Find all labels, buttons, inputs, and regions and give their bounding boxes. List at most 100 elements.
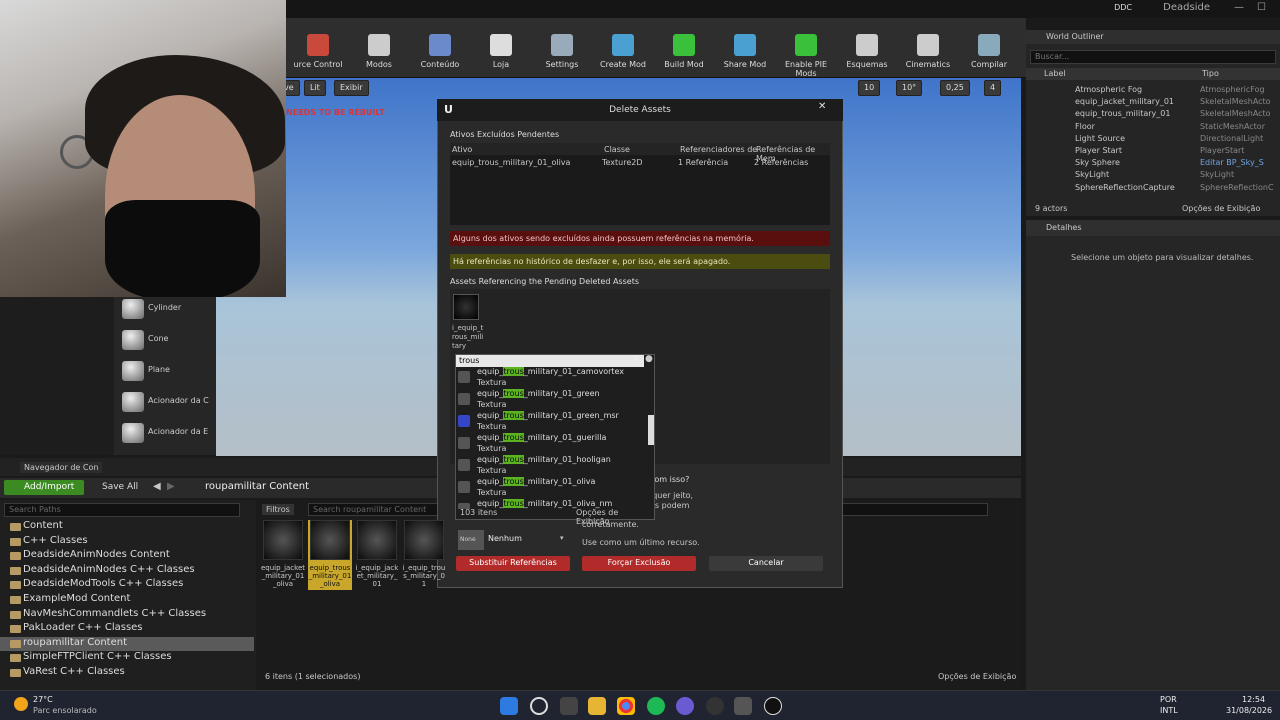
picker-item[interactable]: equip_trous_military_01_hooligan Textura — [456, 455, 646, 477]
toolbar-button-6[interactable]: Build Mod — [653, 32, 715, 78]
show-button[interactable]: Exibir — [334, 80, 369, 96]
start-icon[interactable] — [500, 697, 518, 715]
forward-icon[interactable]: ▶ — [167, 481, 175, 492]
spotify-icon[interactable] — [647, 697, 665, 715]
col-referencers[interactable]: Referenciadores de — [680, 145, 757, 154]
path-item[interactable]: Content — [0, 520, 254, 534]
path-search-input[interactable]: Search Paths — [4, 503, 240, 517]
picker-item[interactable]: equip_trous_military_01_oliva Textura — [456, 477, 646, 499]
grid-snap-value[interactable]: 10 — [858, 80, 881, 96]
picker-item[interactable]: equip_trous_military_01_green_msr Textura — [456, 411, 646, 433]
weather-icon[interactable] — [14, 697, 28, 711]
outliner-row[interactable]: equip_jacket_military_01 SkeletalMeshActo — [1026, 97, 1280, 109]
path-item[interactable]: SimpleFTPClient C++ Classes — [0, 651, 254, 665]
table-row[interactable]: equip_trous_military_01_oliva Texture2D … — [450, 156, 830, 168]
picker-item[interactable]: equip_trous_military_01_guerilla Textura — [456, 433, 646, 455]
user-icon[interactable]: ● — [645, 354, 653, 364]
path-item[interactable]: PakLoader C++ Classes — [0, 622, 254, 636]
angle-snap-value[interactable]: 10° — [896, 80, 923, 96]
toolbar-button-1[interactable]: Modos — [348, 32, 410, 78]
lit-button[interactable]: Lit — [304, 80, 326, 96]
path-item[interactable]: roupamilitar Content — [0, 636, 254, 651]
outliner-row[interactable]: equip_trous_military_01 SkeletalMeshActo — [1026, 109, 1280, 121]
camera-speed-value[interactable]: 4 — [984, 80, 1002, 96]
discord-icon[interactable] — [676, 697, 694, 715]
col-type[interactable]: Tipo — [1202, 69, 1219, 78]
back-icon[interactable]: ◀ — [153, 481, 161, 492]
content-browser-tab[interactable]: Navegador de Con — [20, 462, 103, 473]
path-item[interactable]: DeadsideAnimNodes C++ Classes — [0, 564, 254, 578]
path-item[interactable]: VaRest C++ Classes — [0, 666, 254, 680]
toolbar-button-4[interactable]: Settings — [531, 32, 593, 78]
filters-button[interactable]: Filtros — [262, 504, 294, 515]
picker-item[interactable]: equip_trous_military_01_oliva_nm — [456, 499, 646, 509]
outliner-row[interactable]: Light Source DirectionalLight — [1026, 134, 1280, 146]
asset-tile[interactable]: i_equip_jacket_military_01 — [355, 520, 399, 590]
search-icon[interactable] — [530, 697, 548, 715]
picker-item[interactable]: equip_trous_military_01_green Textura — [456, 389, 646, 411]
terminal-icon[interactable] — [734, 697, 752, 715]
picker-item[interactable]: equip_trous_military_01_camovortex Textur… — [456, 367, 646, 389]
toolbar-button-5[interactable]: Create Mod — [592, 32, 654, 78]
asset-tile[interactable]: i_equip_trous_military_01 — [402, 520, 446, 590]
place-item[interactable]: Acionador da C — [120, 390, 220, 414]
file-explorer-icon[interactable] — [588, 697, 606, 715]
dialog-close-icon[interactable]: ✕ — [818, 101, 826, 112]
clear-search-icon[interactable]: ✕ — [632, 354, 640, 364]
github-icon[interactable] — [706, 697, 724, 715]
clock-date[interactable]: 31/08/2026 — [1226, 706, 1272, 715]
path-item[interactable]: NavMeshCommandlets C++ Classes — [0, 608, 254, 622]
place-item[interactable]: Plane — [120, 359, 220, 383]
maximize-button[interactable]: ☐ — [1257, 2, 1266, 13]
col-class[interactable]: Classe — [604, 145, 630, 154]
outliner-view-options[interactable]: Opções de Exibição — [1182, 204, 1260, 213]
outliner-row[interactable]: SkyLight SkyLight — [1026, 170, 1280, 182]
replace-references-button[interactable]: Substituir Referências — [456, 556, 570, 571]
place-item[interactable]: Acionador da E — [120, 421, 220, 445]
force-delete-button[interactable]: Forçar Exclusão — [582, 556, 696, 571]
path-item[interactable]: ExampleMod Content — [0, 593, 254, 607]
unreal-icon[interactable] — [764, 697, 782, 715]
chevron-down-icon[interactable]: ▾ — [560, 534, 564, 542]
picker-search-input[interactable]: trous — [456, 355, 644, 367]
toolbar-button-11[interactable]: Compilar — [958, 32, 1020, 78]
task-view-icon[interactable] — [560, 697, 578, 715]
outliner-row[interactable]: Sky Sphere Editar BP_Sky_S — [1026, 158, 1280, 170]
breadcrumb-path[interactable]: roupamilitar Content — [205, 481, 309, 492]
place-item[interactable]: Cylinder — [120, 297, 220, 321]
outliner-search-input[interactable]: Buscar... — [1030, 50, 1276, 64]
asset-tile[interactable]: equip_trous_military_01_oliva — [308, 520, 352, 590]
add-import-button[interactable]: Add/Import — [4, 480, 84, 495]
lang-1[interactable]: POR — [1160, 695, 1177, 704]
col-label[interactable]: Label — [1044, 69, 1066, 78]
toolbar-button-2[interactable]: Conteúdo — [409, 32, 471, 78]
path-item[interactable]: DeadsideAnimNodes Content — [0, 549, 254, 563]
save-all-button[interactable]: Save All — [102, 482, 138, 492]
toolbar-button-9[interactable]: Esquemas — [836, 32, 898, 78]
minimize-button[interactable]: — — [1234, 2, 1244, 13]
picker-scrollbar[interactable] — [648, 415, 654, 445]
outliner-row[interactable]: Atmospheric Fog AtmosphericFog — [1026, 85, 1280, 97]
toolbar-button-10[interactable]: Cinematics — [897, 32, 959, 78]
replace-target-select[interactable]: Nenhum — [488, 534, 568, 543]
place-item[interactable]: Cone — [120, 328, 220, 352]
toolbar-button-0[interactable]: urce Control — [287, 32, 349, 78]
clock-time[interactable]: 12:54 — [1242, 695, 1265, 704]
outliner-row[interactable]: Player Start PlayerStart — [1026, 146, 1280, 158]
path-item[interactable]: DeadsideModTools C++ Classes — [0, 578, 254, 592]
outliner-row[interactable]: SphereReflectionCapture SphereReflectionC — [1026, 183, 1280, 195]
cancel-button[interactable]: Cancelar — [709, 556, 823, 571]
toolbar-button-3[interactable]: Loja — [470, 32, 532, 78]
picker-view-options[interactable]: Opções de Exibição — [576, 508, 654, 526]
asset-tile[interactable]: equip_jacket_military_01_oliva — [261, 520, 305, 590]
toolbar-button-8[interactable]: Enable PIE Mods — [775, 32, 837, 78]
path-item[interactable]: C++ Classes — [0, 535, 254, 549]
scale-snap-value[interactable]: 0,25 — [940, 80, 970, 96]
referencing-asset-thumb[interactable] — [453, 294, 479, 320]
toolbar-button-7[interactable]: Share Mod — [714, 32, 776, 78]
asset-view-options[interactable]: Opções de Exibição — [938, 672, 1016, 681]
col-asset[interactable]: Ativo — [452, 145, 472, 154]
chrome-icon[interactable] — [617, 697, 635, 715]
outliner-row[interactable]: Floor StaticMeshActor — [1026, 122, 1280, 134]
lang-2[interactable]: INTL — [1160, 706, 1178, 715]
